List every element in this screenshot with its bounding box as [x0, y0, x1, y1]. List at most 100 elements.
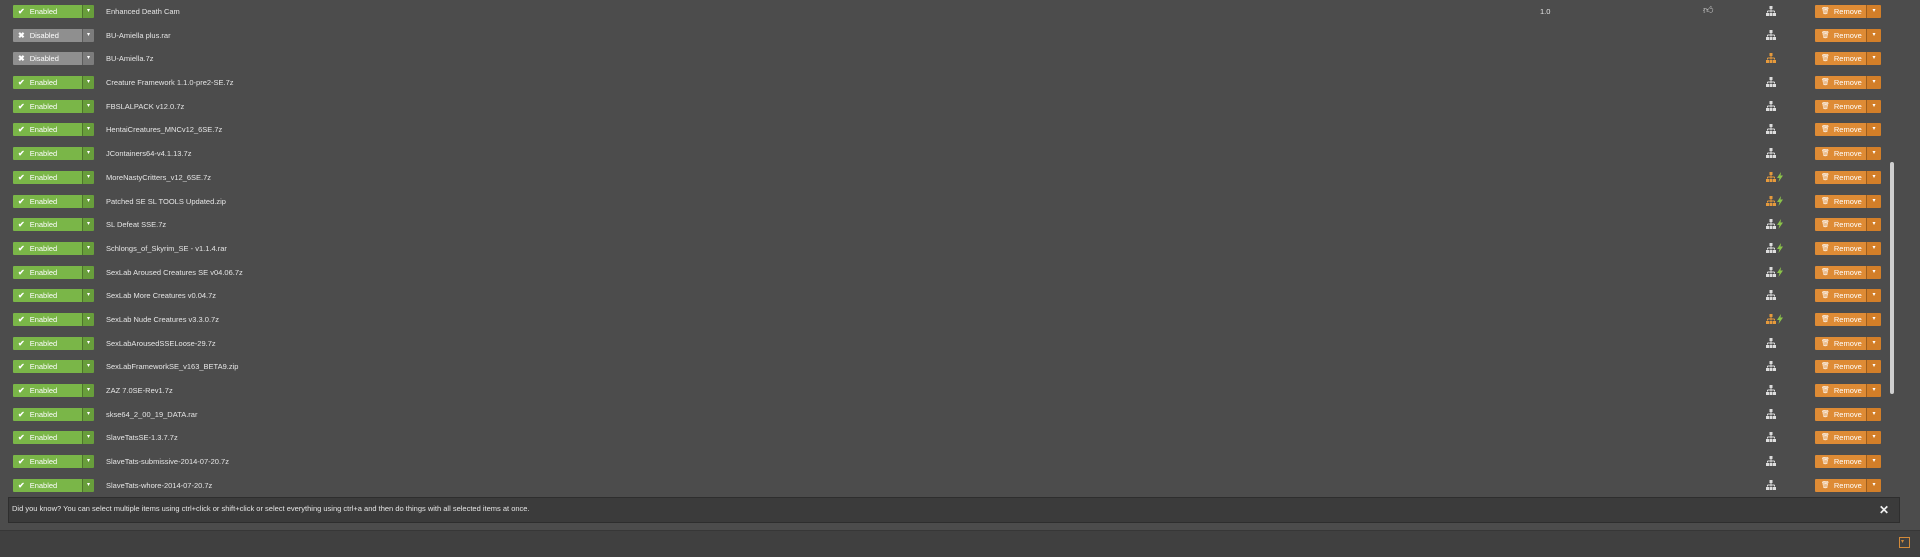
status-button[interactable]: ✔ Enabled	[13, 407, 82, 421]
mod-name[interactable]: JContainers64-v4.1.13.7z	[106, 142, 191, 166]
status-toggle[interactable]: ✔ Enabled ▾	[13, 241, 94, 255]
status-button[interactable]: ✔ Enabled	[13, 455, 82, 469]
caret-down-icon[interactable]: ▾	[82, 99, 94, 113]
caret-down-icon[interactable]: ▾	[1866, 5, 1881, 18]
remove-button[interactable]: 🗑︎ Remove	[1815, 123, 1866, 137]
status-toggle[interactable]: ✔ Enabled ▾	[13, 312, 94, 326]
status-toggle[interactable]: ✔ Enabled ▾	[13, 478, 94, 492]
dependencies[interactable]	[1766, 77, 1776, 88]
remove-button-group[interactable]: 🗑︎ Remove ▾	[1815, 218, 1881, 232]
dependencies[interactable]	[1766, 171, 1783, 182]
mod-row[interactable]: ✔ Enabled ▾ Schlongs_of_Skyrim_SE - v1.1.4.…	[0, 237, 1890, 261]
status-button[interactable]: ✖ Disabled	[13, 28, 82, 42]
caret-down-icon[interactable]: ▾	[1866, 194, 1881, 208]
scrollbar[interactable]	[1888, 0, 1896, 496]
mod-name[interactable]: SexLabArousedSSELoose-29.7z	[106, 332, 216, 356]
dependencies[interactable]	[1766, 242, 1783, 253]
caret-down-icon[interactable]: ▾	[82, 289, 94, 303]
mod-name[interactable]: SexLab Aroused Creatures SE v04.06.7z	[106, 261, 243, 285]
caret-down-icon[interactable]: ▾	[82, 52, 94, 66]
mod-name[interactable]: SlaveTats-whore-2014-07-20.7z	[106, 474, 212, 498]
caret-down-icon[interactable]: ▾	[82, 147, 94, 161]
mod-row[interactable]: ✔ Enabled ▾ SexLab More Creatures v0.04.7z 🗑…	[0, 284, 1890, 308]
dependency-tree-icon[interactable]	[1766, 219, 1776, 230]
remove-button-group[interactable]: 🗑︎ Remove ▾	[1815, 289, 1881, 303]
status-toggle[interactable]: ✔ Enabled ▾	[13, 147, 94, 161]
dependencies[interactable]	[1766, 408, 1776, 419]
caret-down-icon[interactable]: ▾	[1866, 384, 1881, 397]
status-button[interactable]: ✔ Enabled	[13, 384, 82, 397]
status-button[interactable]: ✔ Enabled	[13, 218, 82, 232]
remove-button-group[interactable]: 🗑︎ Remove ▾	[1815, 478, 1881, 492]
remove-button-group[interactable]: 🗑︎ Remove ▾	[1815, 384, 1881, 397]
status-button[interactable]: ✔ Enabled	[13, 194, 82, 208]
status-button[interactable]: ✔ Enabled	[13, 76, 82, 90]
mod-row[interactable]: ✔ Enabled ▾ SlaveTatsSE-1.3.7.7z 🗑︎ Remove ▾	[0, 426, 1890, 450]
mod-name[interactable]: ZAZ 7.0SE-Rev1.7z	[106, 379, 173, 403]
dependency-tree-icon[interactable]	[1766, 242, 1776, 253]
notification-icon[interactable]: ▾	[1899, 537, 1910, 548]
mod-name[interactable]: MoreNastyCritters_v12_6SE.7z	[106, 166, 211, 190]
mod-row[interactable]: ✔ Enabled ▾ SexLabFrameworkSE_v163_BETA9.zi…	[0, 355, 1890, 379]
remove-button-group[interactable]: 🗑︎ Remove ▾	[1815, 194, 1881, 208]
status-toggle[interactable]: ✖ Disabled ▾	[13, 52, 94, 66]
dependency-tree-icon[interactable]	[1766, 313, 1776, 324]
dependencies[interactable]	[1766, 29, 1776, 40]
dependency-tree-icon[interactable]	[1766, 479, 1776, 490]
mod-name[interactable]: SexLab Nude Creatures v3.3.0.7z	[106, 308, 219, 332]
status-toggle[interactable]: ✔ Enabled ▾	[13, 336, 94, 350]
remove-button[interactable]: 🗑︎ Remove	[1815, 170, 1866, 184]
status-toggle[interactable]: ✔ Enabled ▾	[13, 76, 94, 90]
remove-button-group[interactable]: 🗑︎ Remove ▾	[1815, 99, 1881, 113]
remove-button[interactable]: 🗑︎ Remove	[1815, 336, 1866, 350]
caret-down-icon[interactable]: ▾	[82, 360, 94, 374]
dependencies[interactable]	[1766, 148, 1776, 159]
caret-down-icon[interactable]: ▾	[1866, 455, 1881, 469]
remove-button[interactable]: 🗑︎ Remove	[1815, 384, 1866, 397]
dependency-tree-icon[interactable]	[1766, 29, 1776, 40]
mod-row[interactable]: ✔ Enabled ▾ skse64_2_00_19_DATA.rar 🗑︎ Remove…	[0, 403, 1890, 427]
mod-row[interactable]: ✔ Enabled ▾ HentaiCreatures_MNCv12_6SE.7z 🗑︎…	[0, 118, 1890, 142]
remove-button-group[interactable]: 🗑︎ Remove ▾	[1815, 123, 1881, 137]
dependency-tree-icon[interactable]	[1766, 432, 1776, 443]
mod-name[interactable]: HentaiCreatures_MNCv12_6SE.7z	[106, 118, 222, 142]
close-icon[interactable]: ✕	[1879, 503, 1889, 517]
caret-down-icon[interactable]: ▾	[1866, 123, 1881, 137]
remove-button-group[interactable]: 🗑︎ Remove ▾	[1815, 28, 1881, 42]
status-toggle[interactable]: ✔ Enabled ▾	[13, 289, 94, 303]
status-button[interactable]: ✔ Enabled	[13, 5, 82, 18]
dependencies[interactable]	[1766, 219, 1783, 230]
remove-button[interactable]: 🗑︎ Remove	[1815, 360, 1866, 374]
remove-button[interactable]: 🗑︎ Remove	[1815, 147, 1866, 161]
mod-name[interactable]: Schlongs_of_Skyrim_SE - v1.1.4.rar	[106, 237, 227, 261]
mod-name[interactable]: SexLab More Creatures v0.04.7z	[106, 284, 216, 308]
remove-button-group[interactable]: 🗑︎ Remove ▾	[1815, 312, 1881, 326]
status-button[interactable]: ✔ Enabled	[13, 147, 82, 161]
caret-down-icon[interactable]: ▾	[1866, 147, 1881, 161]
dependencies[interactable]	[1766, 456, 1776, 467]
dependencies[interactable]	[1766, 195, 1783, 206]
dependency-tree-icon[interactable]	[1766, 77, 1776, 88]
caret-down-icon[interactable]: ▾	[1866, 431, 1881, 445]
remove-button[interactable]: 🗑︎ Remove	[1815, 218, 1866, 232]
caret-down-icon[interactable]: ▾	[82, 28, 94, 42]
dependencies[interactable]	[1766, 313, 1783, 324]
caret-down-icon[interactable]: ▾	[1866, 76, 1881, 90]
mod-name[interactable]: SlaveTats-submissive-2014-07-20.7z	[106, 450, 229, 474]
mod-row[interactable]: ✖ Disabled ▾ BU-Amiella.7z 🗑︎ Remove ▾	[0, 47, 1890, 71]
remove-button[interactable]: 🗑︎ Remove	[1815, 241, 1866, 255]
dependency-tree-icon[interactable]	[1766, 171, 1776, 182]
status-button[interactable]: ✔ Enabled	[13, 170, 82, 184]
status-button[interactable]: ✔ Enabled	[13, 478, 82, 492]
dependency-tree-icon[interactable]	[1766, 195, 1776, 206]
status-toggle[interactable]: ✔ Enabled ▾	[13, 218, 94, 232]
mod-name[interactable]: BU-Amiella plus.rar	[106, 24, 171, 48]
remove-button-group[interactable]: 🗑︎ Remove ▾	[1815, 336, 1881, 350]
dependency-tree-icon[interactable]	[1766, 361, 1776, 372]
remove-button[interactable]: 🗑︎ Remove	[1815, 478, 1866, 492]
status-button[interactable]: ✔ Enabled	[13, 312, 82, 326]
status-toggle[interactable]: ✔ Enabled ▾	[13, 407, 94, 421]
status-button[interactable]: ✔ Enabled	[13, 123, 82, 137]
mod-name[interactable]: SL Defeat SSE.7z	[106, 213, 166, 237]
dependencies[interactable]	[1766, 53, 1776, 64]
